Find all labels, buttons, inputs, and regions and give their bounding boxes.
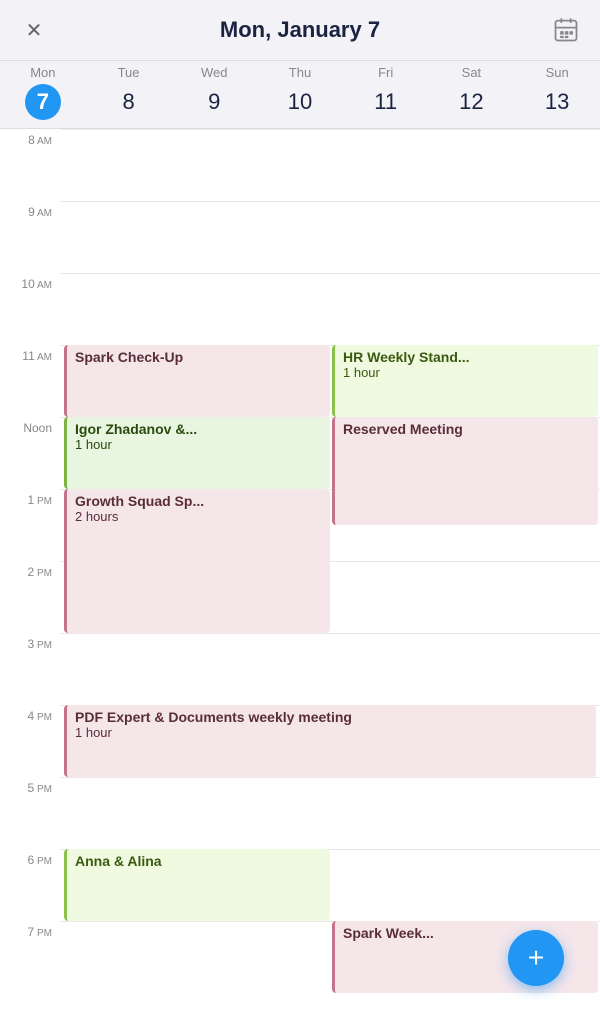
- time-slot-9: 5 PM: [0, 777, 60, 849]
- time-slot-1: 9 AM: [0, 201, 60, 273]
- event-title: Igor Zhadanov &...: [75, 421, 322, 437]
- time-slot-6: 2 PM: [0, 561, 60, 633]
- time-slot-5: 1 PM: [0, 489, 60, 561]
- week-day-sun[interactable]: Sun 13: [514, 65, 600, 120]
- day-label: Sat: [462, 65, 482, 80]
- time-label: 8 AM: [28, 133, 52, 147]
- header-title: Mon, January 7: [220, 17, 380, 43]
- time-slot-0: 8 AM: [0, 129, 60, 201]
- event-duration: 2 hours: [75, 509, 322, 524]
- time-label: 5 PM: [28, 781, 52, 795]
- calendar-icon: [552, 16, 580, 44]
- time-slot-3: 11 AM: [0, 345, 60, 417]
- week-day-thu[interactable]: Thu 10: [257, 65, 343, 120]
- day-label: Tue: [118, 65, 140, 80]
- time-label: 7 PM: [28, 925, 52, 939]
- event-title: Reserved Meeting: [343, 421, 590, 437]
- time-label: 11 AM: [22, 349, 52, 363]
- week-day-wed[interactable]: Wed 9: [171, 65, 257, 120]
- week-day-sat[interactable]: Sat 12: [429, 65, 515, 120]
- calendar-icon-button[interactable]: [548, 12, 584, 48]
- week-day-tue[interactable]: Tue 8: [86, 65, 172, 120]
- close-button[interactable]: ✕: [16, 12, 52, 48]
- time-slot-11: 7 PM: [0, 921, 60, 993]
- time-label: 6 PM: [28, 853, 52, 867]
- time-label: 2 PM: [28, 565, 52, 579]
- week-day-mon[interactable]: Mon 7: [0, 65, 86, 120]
- hour-line: [60, 129, 600, 130]
- event-igor-zhadanov[interactable]: Igor Zhadanov &...1 hour: [64, 417, 330, 489]
- day-number: 11: [368, 84, 404, 120]
- event-hr-weekly[interactable]: HR Weekly Stand...1 hour: [332, 345, 598, 417]
- event-title: HR Weekly Stand...: [343, 349, 590, 365]
- event-anna-alina[interactable]: Anna & Alina: [64, 849, 330, 921]
- hour-line: [60, 777, 600, 778]
- app-container: ✕ Mon, January 7 Mon 7 Tue 8 Wed 9 Thu 10 Fri 11 S…: [0, 0, 600, 1022]
- event-duration: 1 hour: [75, 725, 588, 740]
- time-slot-4: Noon: [0, 417, 60, 489]
- event-title: Anna & Alina: [75, 853, 322, 869]
- hour-line: [60, 273, 600, 274]
- day-number: 12: [453, 84, 489, 120]
- time-slot-10: 6 PM: [0, 849, 60, 921]
- add-event-button[interactable]: +: [508, 930, 564, 986]
- day-label: Wed: [201, 65, 228, 80]
- close-icon: ✕: [26, 18, 43, 43]
- time-slot-7: 3 PM: [0, 633, 60, 705]
- time-label: 1 PM: [28, 493, 52, 507]
- event-spark-checkup[interactable]: Spark Check-Up: [64, 345, 330, 417]
- event-title: Spark Check-Up: [75, 349, 322, 365]
- hour-line: [60, 201, 600, 202]
- time-label: 9 AM: [28, 205, 52, 219]
- day-number: 10: [282, 84, 318, 120]
- event-duration: 1 hour: [343, 365, 590, 380]
- time-column: 8 AM 9 AM 10 AM 11 AM Noon 1 PM 2 PM 3 PM 4 PM 5 …: [0, 129, 60, 1022]
- header: ✕ Mon, January 7: [0, 0, 600, 61]
- event-title: PDF Expert & Documents weekly meeting: [75, 709, 588, 725]
- event-growth-squad[interactable]: Growth Squad Sp...2 hours: [64, 489, 330, 633]
- day-label: Thu: [289, 65, 311, 80]
- time-label: 10 AM: [21, 277, 52, 291]
- hour-line: [60, 633, 600, 634]
- events-area: Spark Check-UpHR Weekly Stand...1 hourIg…: [60, 129, 600, 993]
- time-label: 3 PM: [28, 637, 52, 651]
- day-number: 8: [111, 84, 147, 120]
- day-number: 7: [25, 84, 61, 120]
- day-number: 9: [196, 84, 232, 120]
- day-label: Sun: [546, 65, 569, 80]
- plus-icon: +: [528, 942, 544, 974]
- time-slot-2: 10 AM: [0, 273, 60, 345]
- day-label: Fri: [378, 65, 393, 80]
- event-duration: 1 hour: [75, 437, 322, 452]
- event-pdf-expert[interactable]: PDF Expert & Documents weekly meeting1 h…: [64, 705, 596, 777]
- event-reserved-meeting[interactable]: Reserved Meeting: [332, 417, 598, 525]
- time-label: Noon: [23, 421, 52, 435]
- day-label: Mon: [30, 65, 55, 80]
- week-day-fri[interactable]: Fri 11: [343, 65, 429, 120]
- calendar-grid: 8 AM 9 AM 10 AM 11 AM Noon 1 PM 2 PM 3 PM 4 PM 5 …: [0, 129, 600, 1022]
- time-slot-8: 4 PM: [0, 705, 60, 777]
- week-row: Mon 7 Tue 8 Wed 9 Thu 10 Fri 11 Sat 12 Sun 13: [0, 61, 600, 129]
- day-number: 13: [539, 84, 575, 120]
- event-title: Growth Squad Sp...: [75, 493, 322, 509]
- time-label: 4 PM: [28, 709, 52, 723]
